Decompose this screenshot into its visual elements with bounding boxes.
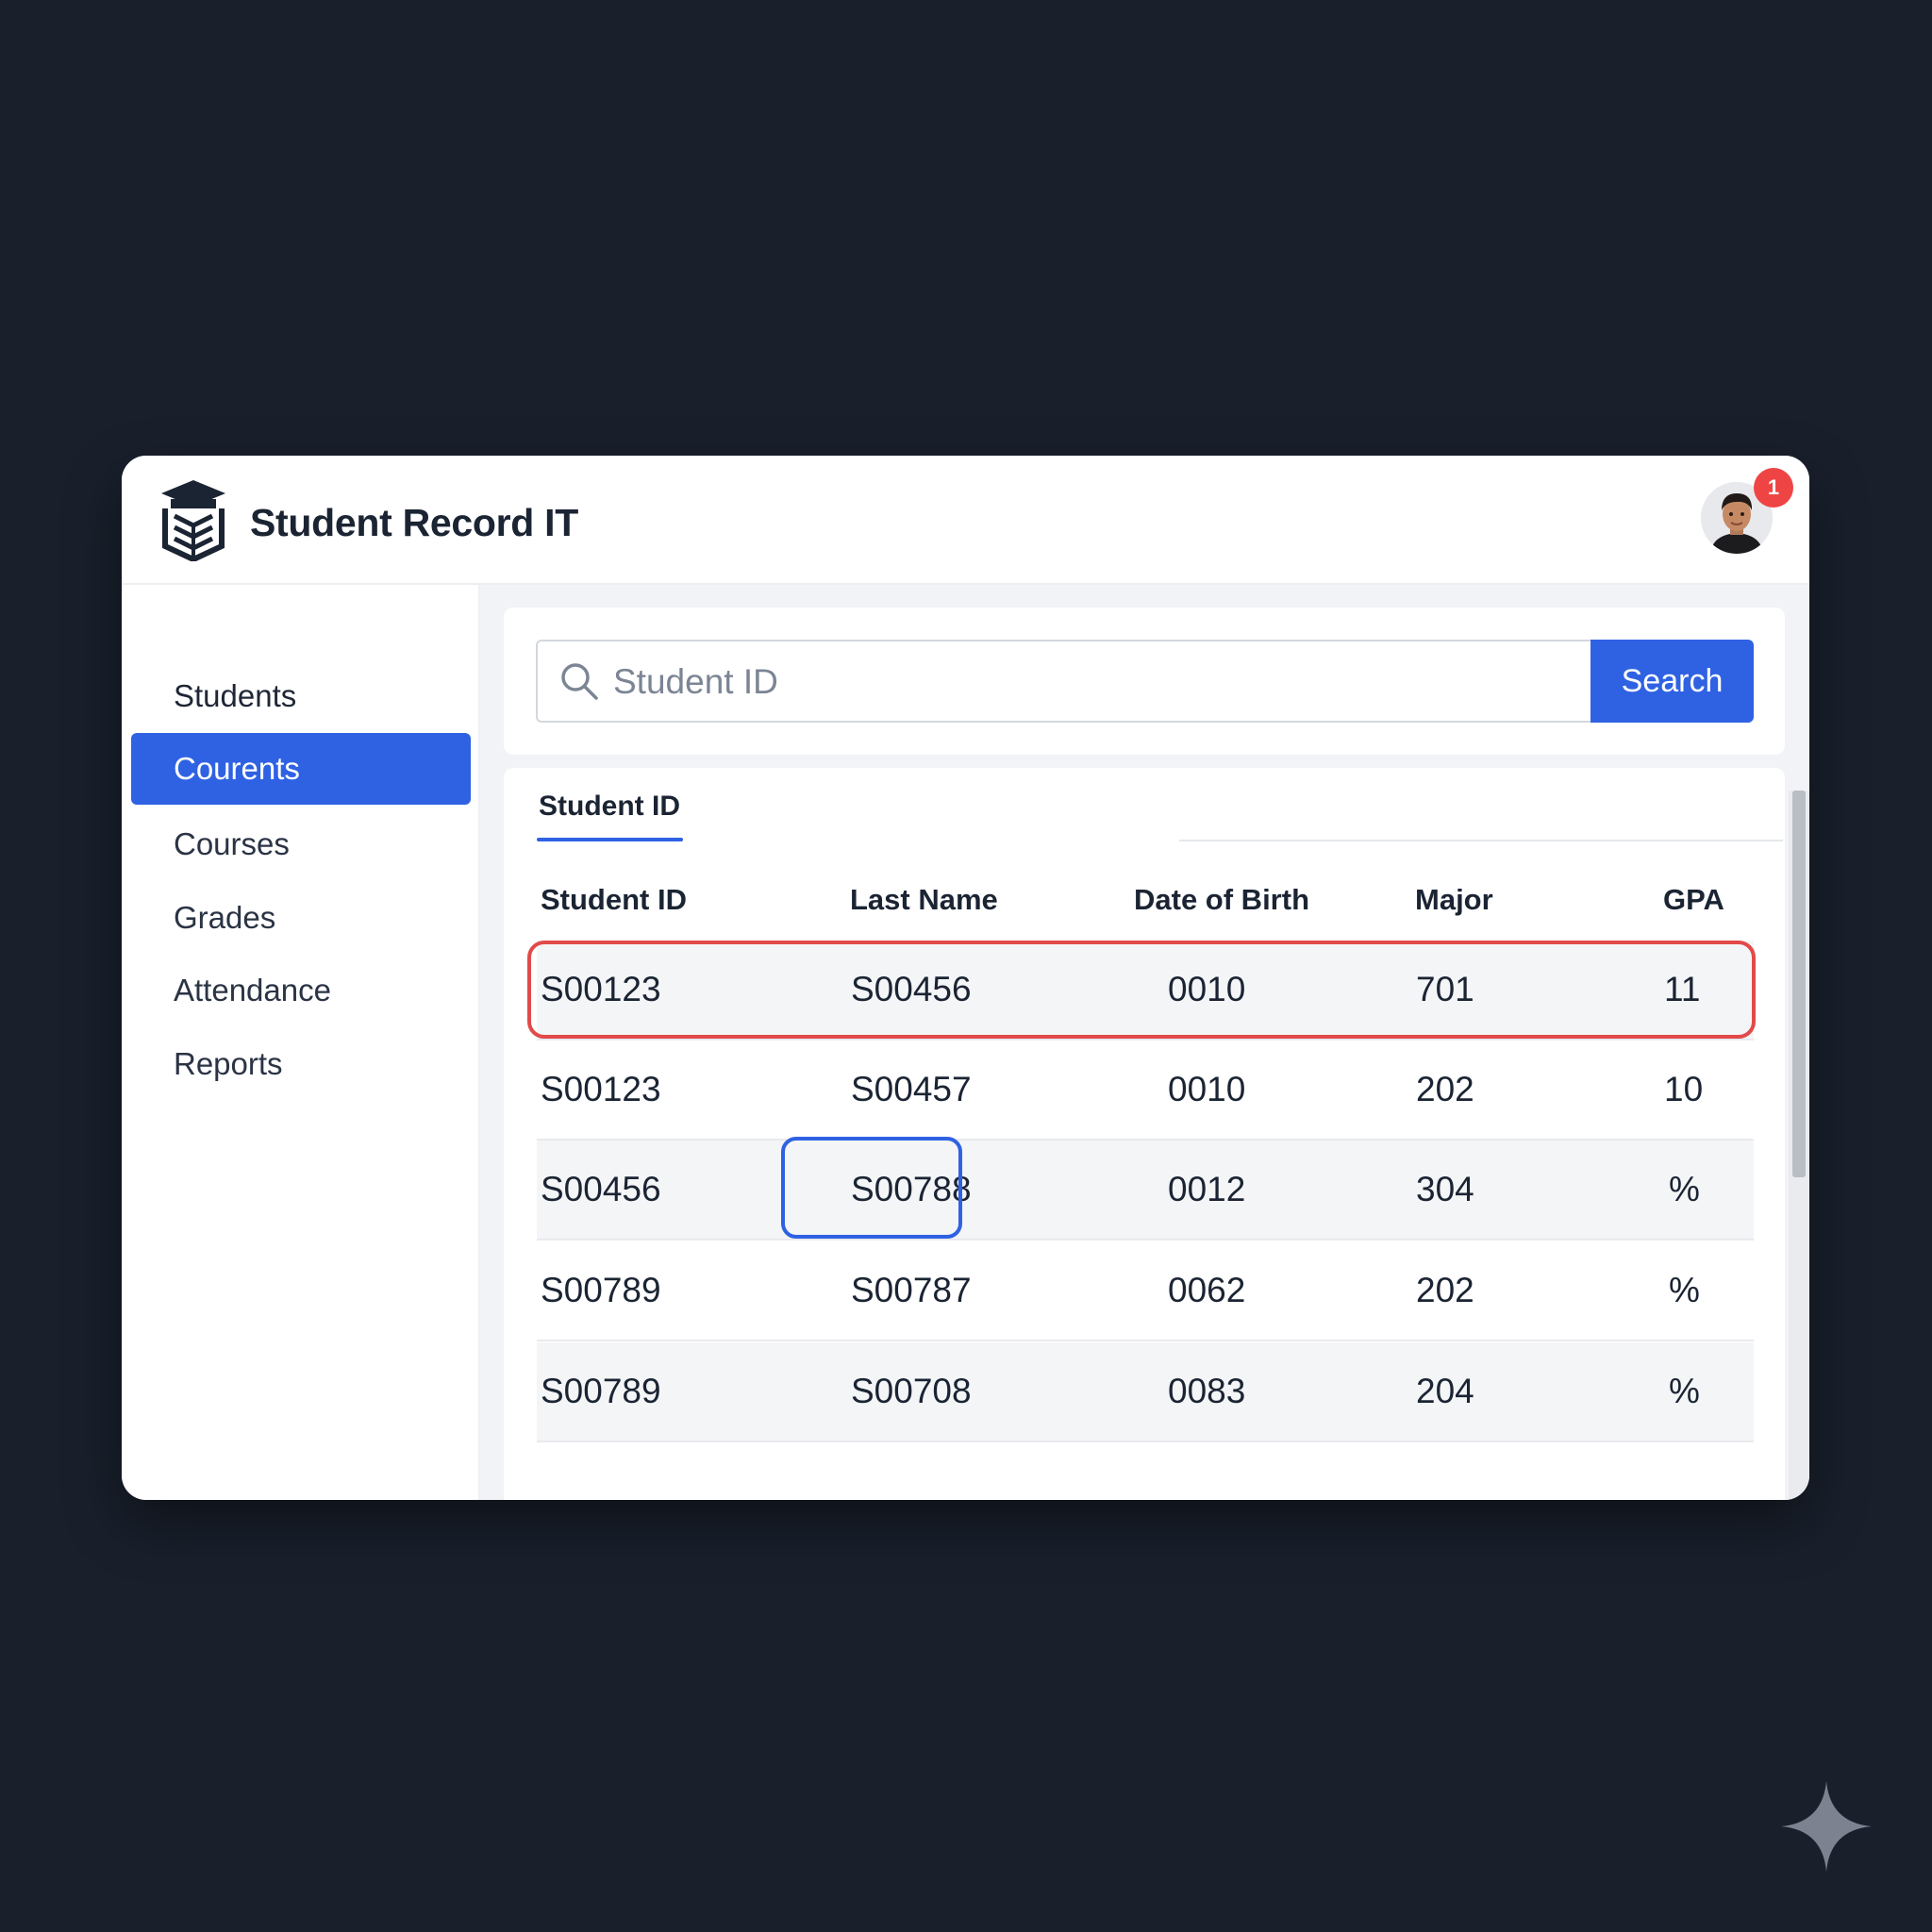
scrollbar-thumb[interactable]: [1792, 791, 1806, 1177]
app-header: Student Record IT 1: [122, 456, 1809, 585]
search-panel: Search: [504, 608, 1785, 755]
column-header-date-of-birth[interactable]: Date of Birth: [1134, 883, 1309, 917]
cell-major: 202: [1416, 1070, 1474, 1108]
cell-date-of-birth: 0062: [1168, 1271, 1246, 1309]
selected-cell-highlight: [781, 1137, 962, 1239]
sidebar-item-courents[interactable]: Courents: [131, 733, 471, 805]
cell-major: 304: [1416, 1170, 1474, 1208]
cell-date-of-birth: 0010: [1168, 1070, 1246, 1108]
column-header-gpa[interactable]: GPA: [1663, 883, 1724, 917]
app-window: Student Record IT 1 Students Courents Cour…: [122, 456, 1809, 1500]
cell-student-id: S00123: [541, 1070, 661, 1108]
table-row[interactable]: S00456 S00788 0012 304 %: [537, 1141, 1754, 1241]
sidebar-item-attendance[interactable]: Attendance: [131, 955, 471, 1026]
cell-student-id: S00789: [541, 1271, 661, 1309]
table-row[interactable]: S00789 S00787 0062 202 %: [537, 1241, 1754, 1341]
table-row[interactable]: S00789 S00708 0083 204 %: [537, 1342, 1754, 1442]
main-content: Search Student ID Student ID Last Name D…: [480, 585, 1809, 1500]
tab-divider: [1179, 840, 1783, 841]
sidebar-item-courses[interactable]: Courses: [131, 808, 471, 880]
sparkle-icon: [1781, 1781, 1872, 1872]
column-header-major[interactable]: Major: [1415, 883, 1493, 917]
cell-date-of-birth: 0012: [1168, 1170, 1246, 1208]
notification-badge[interactable]: 1: [1754, 468, 1793, 508]
sidebar-item-students[interactable]: Students: [131, 660, 471, 732]
column-header-last-name[interactable]: Last Name: [850, 883, 998, 917]
cell-last-name: S00708: [851, 1372, 972, 1410]
cell-last-name: S00787: [851, 1271, 972, 1309]
search-field[interactable]: [536, 640, 1591, 723]
search-input[interactable]: [611, 641, 1577, 723]
sidebar-nav: Students Courents Courses Grades Attendance R…: [122, 585, 480, 1500]
cell-gpa: %: [1669, 1271, 1700, 1309]
cell-last-name: S00457: [851, 1070, 972, 1108]
selected-row-highlight: [527, 941, 1756, 1039]
sidebar-item-grades[interactable]: Grades: [131, 882, 471, 954]
app-title: Student Record IT: [250, 501, 578, 544]
column-header-student-id[interactable]: Student ID: [541, 883, 687, 917]
search-icon: [561, 663, 598, 700]
graduation-cap-logo-icon: [161, 480, 225, 561]
cell-major: 202: [1416, 1271, 1474, 1309]
sidebar-item-reports[interactable]: Reports: [131, 1028, 471, 1100]
tab-student-id[interactable]: Student ID: [539, 791, 680, 823]
student-table: Student ID Student ID Last Name Date of …: [504, 768, 1785, 1500]
cell-gpa: %: [1669, 1170, 1700, 1208]
search-button[interactable]: Search: [1591, 640, 1754, 723]
cell-gpa: %: [1669, 1372, 1700, 1410]
cell-gpa: 10: [1664, 1070, 1704, 1108]
cell-student-id: S00456: [541, 1170, 661, 1208]
cell-major: 204: [1416, 1372, 1474, 1410]
cell-date-of-birth: 0083: [1168, 1372, 1246, 1410]
active-tab-indicator: [537, 838, 683, 841]
table-row[interactable]: S00123 S00457 0010 202 10: [537, 1041, 1754, 1141]
cell-student-id: S00789: [541, 1372, 661, 1410]
